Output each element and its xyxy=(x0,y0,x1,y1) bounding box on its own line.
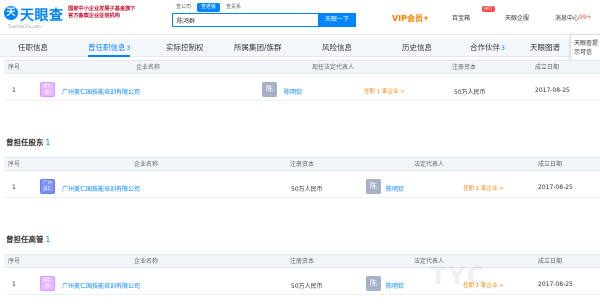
tab-label: 历史信息 xyxy=(402,43,432,52)
table-row: 1 广州美仁 广州美仁国技能培训有限公司 50万人民币 陈 陈明钦 任职 1 家… xyxy=(4,176,600,198)
col-date: 成立日期 xyxy=(538,258,563,265)
capital-value: 50万人民币 xyxy=(291,186,323,193)
vip-menu[interactable]: VIP会员 ▼ xyxy=(392,13,428,24)
site-logo[interactable]: 天 天眼查 TianYanCha.com xyxy=(4,4,66,30)
col-capital: 注册资本 xyxy=(290,161,315,168)
search-tab-company[interactable]: 查公司 xyxy=(172,3,195,12)
nav-enterprise-service[interactable]: 天眼企服 xyxy=(505,13,529,22)
section-count: 1 xyxy=(45,138,51,147)
tab-risk[interactable]: 风险信息 xyxy=(322,39,352,57)
tab-group[interactable]: 所属集团/族群 xyxy=(234,39,282,57)
section-count: 1 xyxy=(45,235,51,244)
person-link[interactable]: 陈明钦 xyxy=(284,87,302,96)
company-link[interactable]: 广州美仁国技能培训有限公司 xyxy=(62,281,140,290)
row-index: 1 xyxy=(12,87,16,94)
banner-line-1: 国家中小企业发展子基金旗下 xyxy=(68,6,136,12)
capital-value: 50万人民币 xyxy=(291,283,323,290)
col-capital: 注册资本 xyxy=(290,258,315,265)
watermark: TYC xyxy=(430,262,487,290)
col-company: 企业名称 xyxy=(134,258,159,265)
date-value: 2017-08-25 xyxy=(538,184,573,191)
date-value: 2017-08-25 xyxy=(538,281,573,288)
section-title-shareholder: 曾担任股东 1 xyxy=(6,137,50,148)
tab-current-positions[interactable]: 任职信息 xyxy=(18,39,48,57)
col-date: 成立日期 xyxy=(538,161,563,168)
logo-url: TianYanCha.com xyxy=(8,24,41,29)
section-title-executive: 曾担任高管 1 xyxy=(6,234,50,245)
avatar[interactable]: 陈 xyxy=(366,276,381,291)
tab-count: 3 xyxy=(501,45,505,52)
table-row: 1 美仁国 广州美仁国技能培训有限公司 陈 陈明钦 任职 1 家企业 > 50万… xyxy=(4,79,600,101)
capital-value: 50万人民币 xyxy=(454,89,486,96)
col-capital: 注册资本 xyxy=(452,64,477,71)
tab-former-positions[interactable]: 曾任职信息3 xyxy=(88,39,131,57)
tab-count: 3 xyxy=(126,45,131,52)
row-index: 1 xyxy=(12,184,16,191)
tab-history[interactable]: 历史信息 xyxy=(402,39,432,57)
person-relation-link[interactable]: 任职 1 家企业 > xyxy=(463,184,504,192)
col-company: 企业名称 xyxy=(134,161,159,168)
tab-label: 风险信息 xyxy=(322,43,352,52)
chevron-down-icon: ▼ xyxy=(424,15,428,22)
col-index: 序号 xyxy=(8,64,21,71)
table-row: 1 美仁国 广州美仁国技能培训有限公司 50万人民币 陈 陈明钦 任职 1 家企… xyxy=(4,273,600,295)
profile-tabs: 任职信息 曾任职信息3 实际控制权 所属集团/族群 风险信息 历史信息 合作伙伴… xyxy=(0,39,600,57)
company-logo[interactable]: 广州美仁 xyxy=(40,179,55,194)
nav-message-label: 消息中心 xyxy=(555,15,580,22)
date-value: 2017-08-25 xyxy=(535,87,570,94)
col-date: 成立日期 xyxy=(535,64,560,71)
company-logo[interactable]: 美仁国 xyxy=(40,276,55,291)
top-header: 天 天眼查 TianYanCha.com 国家中小企业发展子基金旗下 官方备案企… xyxy=(0,0,600,35)
col-index: 序号 xyxy=(8,258,21,265)
tab-label: 任职信息 xyxy=(18,43,48,52)
col-company: 企业名称 xyxy=(136,64,161,71)
vip-label: VIP会员 xyxy=(392,14,424,23)
search-input[interactable] xyxy=(175,14,305,26)
hot-badge: HOT xyxy=(482,6,495,12)
tab-label: 实际控制权 xyxy=(166,43,204,52)
table-header: 序号 企业名称 注册资本 法定代表人 成立日期 xyxy=(4,254,600,268)
col-index: 序号 xyxy=(8,161,21,168)
avatar[interactable]: 陈 xyxy=(262,82,277,97)
table-header: 序号 企业名称 注册资本 法定代表人 成立日期 xyxy=(4,157,600,171)
col-legal-rep: 法定代表人 xyxy=(414,161,445,168)
row-index: 1 xyxy=(12,281,16,288)
search-tab-boss[interactable]: 查老板 xyxy=(197,3,221,12)
section-title-text: 曾担任高管 xyxy=(6,235,44,244)
person-link[interactable]: 陈明钦 xyxy=(386,281,404,290)
search-button[interactable]: 天眼一下 xyxy=(318,13,356,27)
company-link[interactable]: 广州美仁国技能培训有限公司 xyxy=(62,184,140,193)
company-logo[interactable]: 美仁国 xyxy=(40,82,55,97)
search-box: 天眼一下 xyxy=(172,13,356,27)
message-count-badge: 99+ xyxy=(579,14,592,21)
tab-label: 天眼图谱 xyxy=(530,43,560,52)
tab-label: 曾任职信息 xyxy=(88,43,126,52)
banner-text: 国家中小企业发展子基金旗下 官方备案企业征信机构 xyxy=(68,6,168,26)
person-link[interactable]: 陈明钦 xyxy=(386,184,404,193)
avatar[interactable]: 陈 xyxy=(366,179,381,194)
tab-actual-control[interactable]: 实际控制权 xyxy=(166,39,204,57)
search-tab-relation[interactable]: 查关系 xyxy=(222,3,245,12)
tab-label: 合作伙伴 xyxy=(470,43,500,52)
company-link[interactable]: 广州美仁国技能培训有限公司 xyxy=(62,87,140,96)
banner-line-2: 官方备案企业征信机构 xyxy=(68,13,120,19)
logo-mark-icon: 天 xyxy=(4,6,18,20)
tab-graph[interactable]: 天眼图谱 xyxy=(530,39,560,57)
tab-partners[interactable]: 合作伙伴3 xyxy=(470,39,505,57)
table-header: 序号 企业名称 现任法定代表人 注册资本 成立日期 xyxy=(4,60,600,74)
person-relation-link[interactable]: 任职 1 家企业 > xyxy=(364,87,405,95)
logo-text: 天眼查 xyxy=(20,8,64,24)
section-title-text: 曾担任股东 xyxy=(6,138,44,147)
tab-label: 所属集团/族群 xyxy=(234,43,282,52)
nav-message-center[interactable]: 消息中心 99+ xyxy=(555,13,592,22)
search-type-tabs: 查公司 查老板 查关系 xyxy=(172,3,245,12)
col-legal-rep: 现任法定代表人 xyxy=(312,64,355,71)
nav-toolbox[interactable]: 百宝箱 xyxy=(452,13,470,22)
